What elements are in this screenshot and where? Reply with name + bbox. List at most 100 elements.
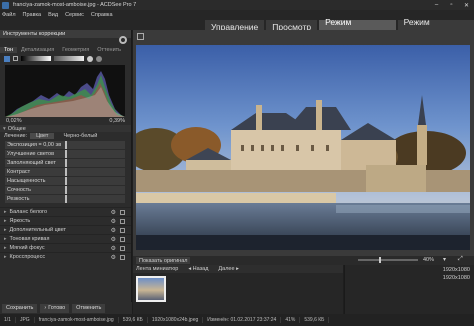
tool-checkbox[interactable] xyxy=(120,245,125,251)
zoom-dropdown-icon[interactable]: ▾ xyxy=(443,256,446,263)
histogram-right-pct: 0,39% xyxy=(109,118,125,124)
expand-icon: ▸ xyxy=(4,245,7,251)
tool-label: Кросспроцесс xyxy=(9,254,46,260)
highlight-icon[interactable] xyxy=(87,55,93,62)
expand-icon: ▸ xyxy=(4,254,7,260)
tool-cross-process[interactable]: ▸ Кросспроцесс ⚙ xyxy=(0,252,131,261)
tool-checkbox[interactable] xyxy=(120,254,125,260)
thumbnail[interactable] xyxy=(136,276,166,302)
tool-checkbox[interactable] xyxy=(120,209,125,215)
slider-sharpness[interactable]: Резкость xyxy=(5,195,125,203)
panel-buttons: Сохранить › Готово Отменить xyxy=(0,302,132,314)
fullscreen-icon[interactable]: ⤢ xyxy=(458,256,463,263)
histogram-toggle-icon[interactable] xyxy=(13,56,18,61)
maximize-icon[interactable]: ▫ xyxy=(444,0,459,10)
filmstrip-back[interactable]: ◂ Назад xyxy=(188,266,208,272)
tone-gradient-2 xyxy=(54,56,84,61)
cancel-button[interactable]: Отменить xyxy=(72,303,106,313)
tool-tone-curve[interactable]: ▸ Тоновая кривая ⚙ xyxy=(0,234,131,243)
minimize-icon[interactable]: – xyxy=(429,0,444,10)
shadow-icon[interactable] xyxy=(96,55,102,62)
slider-highlights[interactable]: Улучшение светов xyxy=(5,150,125,158)
slider-vibrance[interactable]: Сочность xyxy=(5,186,125,194)
gear-icon[interactable]: ⚙ xyxy=(111,254,116,261)
status-extra: 539,6 КБ xyxy=(300,317,330,323)
done-button[interactable]: › Готово xyxy=(40,303,70,313)
subtab-shade[interactable]: Оттенить xyxy=(93,47,125,53)
tool-white-balance[interactable]: ▸ Баланс белого ⚙ xyxy=(0,207,131,216)
gear-icon[interactable]: ⚙ xyxy=(111,236,116,243)
gear-icon[interactable]: ⚙ xyxy=(111,245,116,252)
tool-label: Мягкий фокус xyxy=(9,245,45,251)
color-mode-row: Лечение: Цвет Черно-белый xyxy=(0,132,131,140)
slider-saturation[interactable]: Насыщенность xyxy=(5,177,125,185)
preset-icon[interactable] xyxy=(4,55,10,62)
histogram-left-pct: 0,02% xyxy=(6,118,22,124)
menu-view[interactable]: Вид xyxy=(48,12,58,18)
menu-tools[interactable]: Сервис xyxy=(65,12,84,18)
status-bar: 1/1 JPG franciya-zamok-most-amboise.jpg … xyxy=(0,314,474,326)
slider-knob[interactable] xyxy=(65,195,67,203)
tone-gradient xyxy=(21,56,51,61)
status-zoom: 41% xyxy=(281,317,301,323)
slider-knob[interactable] xyxy=(65,141,67,149)
photo[interactable] xyxy=(136,45,470,250)
slider-knob[interactable] xyxy=(65,186,67,194)
gear-icon[interactable]: ⚙ xyxy=(111,209,116,216)
color-mode-label: Лечение: xyxy=(4,133,28,139)
fit-icon[interactable] xyxy=(137,33,144,40)
slider-contrast-label: Контраст xyxy=(7,169,31,175)
dimensions-a: 1920x1080 xyxy=(442,267,470,273)
subtab-detail[interactable]: Детализация xyxy=(17,47,58,53)
tool-checkbox[interactable] xyxy=(120,236,125,242)
next-label: Далее xyxy=(218,266,235,272)
tool-checkbox[interactable] xyxy=(120,218,125,224)
slider-fill-light[interactable]: Заполняющий свет xyxy=(5,159,125,167)
subtab-geometry[interactable]: Геометрия xyxy=(58,47,93,53)
tool-soft-focus[interactable]: ▸ Мягкий фокус ⚙ xyxy=(0,243,131,252)
color-mode-bw[interactable]: Черно-белый xyxy=(57,133,103,139)
zoom-slider-knob[interactable] xyxy=(379,257,381,263)
close-icon[interactable]: ✕ xyxy=(459,0,474,10)
slider-knob[interactable] xyxy=(65,168,67,176)
tool-checkbox[interactable] xyxy=(120,227,125,233)
color-mode-color[interactable]: Цвет xyxy=(30,133,55,139)
zoom-slider[interactable] xyxy=(358,259,418,261)
zoom-value: 40% xyxy=(423,257,435,263)
info-panel: 1920x1080 1920x1080 xyxy=(344,265,474,314)
subtab-tone[interactable]: Тон xyxy=(0,47,18,53)
done-label: Готово xyxy=(48,305,66,311)
tool-complementary-color[interactable]: ▸ Дополнительный цвет ⚙ xyxy=(0,225,131,234)
gear-icon[interactable] xyxy=(119,36,127,44)
back-label: Назад xyxy=(192,266,209,272)
menu-bar: Файл Правка Вид Сервис Справка Управлени… xyxy=(0,10,474,37)
slider-list: Экспозиция = 0,00 эв Улучшение светов За… xyxy=(0,141,131,203)
histogram-graph xyxy=(5,71,125,117)
tool-label: Тоновая кривая xyxy=(9,236,50,242)
tool-label: Дополнительный цвет xyxy=(9,227,67,233)
slider-knob[interactable] xyxy=(65,150,67,158)
thumbnail-image xyxy=(138,278,164,300)
slider-knob[interactable] xyxy=(65,159,67,167)
section-general[interactable]: ▾ Общее xyxy=(0,125,131,132)
show-original-button[interactable]: Показать оригинал xyxy=(136,257,191,264)
slider-contrast[interactable]: Контраст xyxy=(5,168,125,176)
menu-file[interactable]: Файл xyxy=(2,12,16,18)
gear-icon[interactable]: ⚙ xyxy=(111,227,116,234)
menu-edit[interactable]: Правка xyxy=(23,12,42,18)
histogram-clip-row: 0,02% 0,39% xyxy=(0,117,131,125)
slider-exposure[interactable]: Экспозиция = 0,00 эв xyxy=(5,141,125,149)
status-type: JPG xyxy=(16,317,35,323)
slider-knob[interactable] xyxy=(65,177,67,185)
image-viewer xyxy=(133,30,474,256)
subtabs: Тон Детализация Геометрия Оттенить xyxy=(0,46,131,54)
save-button[interactable]: Сохранить xyxy=(2,303,38,313)
filmstrip-next[interactable]: Далее ▸ xyxy=(218,266,238,272)
status-modified: Изменён: 01.02.2017 23:37:24 xyxy=(203,317,282,323)
menu-help[interactable]: Справка xyxy=(91,12,113,18)
dimensions-b: 1920x1080 xyxy=(442,275,470,281)
tool-label: Баланс белого xyxy=(9,209,48,215)
filmstrip-title: Лента миниатюр xyxy=(136,266,179,272)
gear-icon[interactable]: ⚙ xyxy=(111,218,116,225)
tool-brightness[interactable]: ▸ Яркость ⚙ xyxy=(0,216,131,225)
